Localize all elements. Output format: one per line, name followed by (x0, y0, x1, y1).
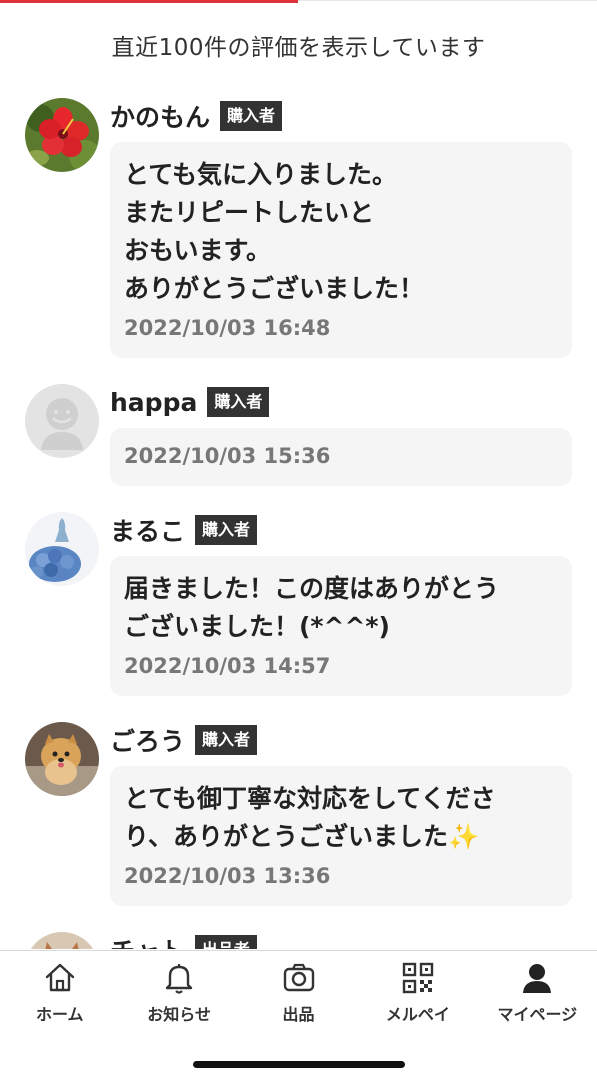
tab-label: ホーム (35, 1005, 84, 1024)
tab-merpay[interactable]: メルペイ (358, 951, 477, 1031)
review-bubble: 2022/10/03 15:36 (110, 428, 572, 486)
top-divider (298, 0, 597, 1)
review-bubble: 届きました！この度はありがとう ございました！(*^^*) 2022/10/03… (110, 556, 572, 696)
role-badge: 購入者 (207, 387, 270, 417)
camera-icon (282, 961, 316, 995)
tab-label: 出品 (282, 1005, 315, 1024)
review-date: 2022/10/03 16:48 (124, 316, 331, 340)
review-bubble: とても気に入りました。 またリピートしたいと おもいます。 ありがとうございまし… (110, 142, 572, 358)
default-user-avatar[interactable] (25, 384, 99, 458)
role-badge: 購入者 (195, 515, 258, 545)
top-accent-bar (0, 0, 298, 3)
role-badge: 出品者 (194, 935, 257, 949)
cat-photo-avatar[interactable] (25, 932, 99, 949)
review-item: チャト 出品者 (0, 930, 597, 949)
dog-photo-avatar[interactable] (25, 722, 99, 796)
review-comment: とても御丁寧な対応をしてくださ り、ありがとうございました✨ (124, 784, 496, 851)
role-badge: 購入者 (220, 101, 283, 131)
user-name[interactable]: チャト (110, 932, 185, 949)
user-name[interactable]: かのもん (110, 98, 210, 134)
review-date: 2022/10/03 13:36 (124, 864, 331, 888)
review-item: まるこ 購入者 届きました！この度はありがとう ございました！(*^^*) 20… (0, 510, 597, 696)
home-icon (43, 961, 77, 995)
page-title: 直近100件の評価を表示しています (111, 35, 486, 61)
tab-label: メルペイ (385, 1005, 450, 1024)
person-icon (520, 961, 554, 995)
tab-label: お知らせ (147, 1005, 211, 1024)
home-indicator[interactable] (193, 1061, 405, 1068)
review-comment: 届きました！この度はありがとう ございました！(*^^*) (124, 574, 500, 641)
review-comment: とても気に入りました。 またリピートしたいと おもいます。 ありがとうございまし… (124, 160, 425, 303)
qr-code-icon (401, 961, 435, 995)
hydrangea-photo-avatar[interactable] (25, 512, 99, 586)
bottom-tab-bar: ホーム お知らせ 出品 メルペイ マイページ (0, 950, 597, 1080)
review-date: 2022/10/03 14:57 (124, 654, 331, 678)
tab-home[interactable]: ホーム (0, 951, 119, 1031)
bell-icon (162, 961, 196, 995)
user-name[interactable]: ごろう (110, 722, 185, 758)
review-item: ごろう 購入者 とても御丁寧な対応をしてくださ り、ありがとうございました✨ 2… (0, 720, 597, 906)
review-bubble: とても御丁寧な対応をしてくださ り、ありがとうございました✨ 2022/10/0… (110, 766, 572, 906)
role-badge: 購入者 (195, 725, 258, 755)
tab-sell[interactable]: 出品 (239, 951, 358, 1031)
review-item: かのもん 購入者 とても気に入りました。 またリピートしたいと おもいます。 あ… (0, 96, 597, 358)
user-name[interactable]: まるこ (110, 512, 185, 548)
tab-notifications[interactable]: お知らせ (119, 951, 238, 1031)
tab-mypage[interactable]: マイページ (478, 951, 597, 1031)
review-item: happa 購入者 2022/10/03 15:36 (0, 382, 597, 486)
user-name[interactable]: happa (110, 388, 197, 417)
review-list[interactable]: かのもん 購入者 とても気に入りました。 またリピートしたいと おもいます。 あ… (0, 96, 597, 949)
hibiscus-photo-avatar[interactable] (25, 98, 99, 172)
tab-label: マイページ (497, 1005, 578, 1024)
review-date: 2022/10/03 15:36 (124, 444, 331, 468)
